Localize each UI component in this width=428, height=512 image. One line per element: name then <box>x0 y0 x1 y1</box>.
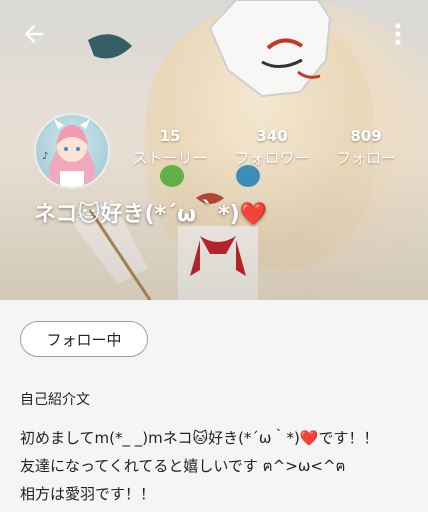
more-vert-icon[interactable] <box>384 20 412 48</box>
following-button[interactable]: フォロー中 <box>20 321 148 357</box>
svg-text:♪: ♪ <box>42 151 48 162</box>
stat-followers[interactable]: 340 フォロワー <box>228 127 316 169</box>
bio-line: 相方は愛羽です！！ <box>20 485 156 503</box>
stat-followers-value: 340 <box>256 127 288 145</box>
avatar-image: ♪ <box>42 119 96 187</box>
stat-stories[interactable]: 15 ストーリー <box>128 127 212 169</box>
bio-line: 友達になってくれてると嬉しいです ฅ^>ω<^ฅ <box>20 457 346 475</box>
stat-stories-value: 15 <box>159 127 181 145</box>
avatar[interactable]: ♪ <box>34 113 110 189</box>
stat-stories-label: ストーリー <box>132 149 208 167</box>
arrow-back-icon[interactable] <box>20 20 48 48</box>
bio-line: 初めましてm(*_ _)mネコ🐱好き(*´ω｀*)❤️です！！ <box>20 429 379 447</box>
stat-following-label: フォロー <box>335 149 396 167</box>
stat-following[interactable]: 809 フォロー <box>330 127 402 169</box>
bio-title: 自己紹介文 <box>20 392 90 408</box>
bio-text: 初めましてm(*_ _)mネコ🐱好き(*´ω｀*)❤️です！！ 友達になってくれ… <box>20 424 420 508</box>
stat-followers-label: フォロワー <box>234 149 310 167</box>
stat-following-value: 809 <box>350 127 382 145</box>
profile-username: ネコ🐱好き(*´ω｀*)❤️ <box>34 202 268 227</box>
